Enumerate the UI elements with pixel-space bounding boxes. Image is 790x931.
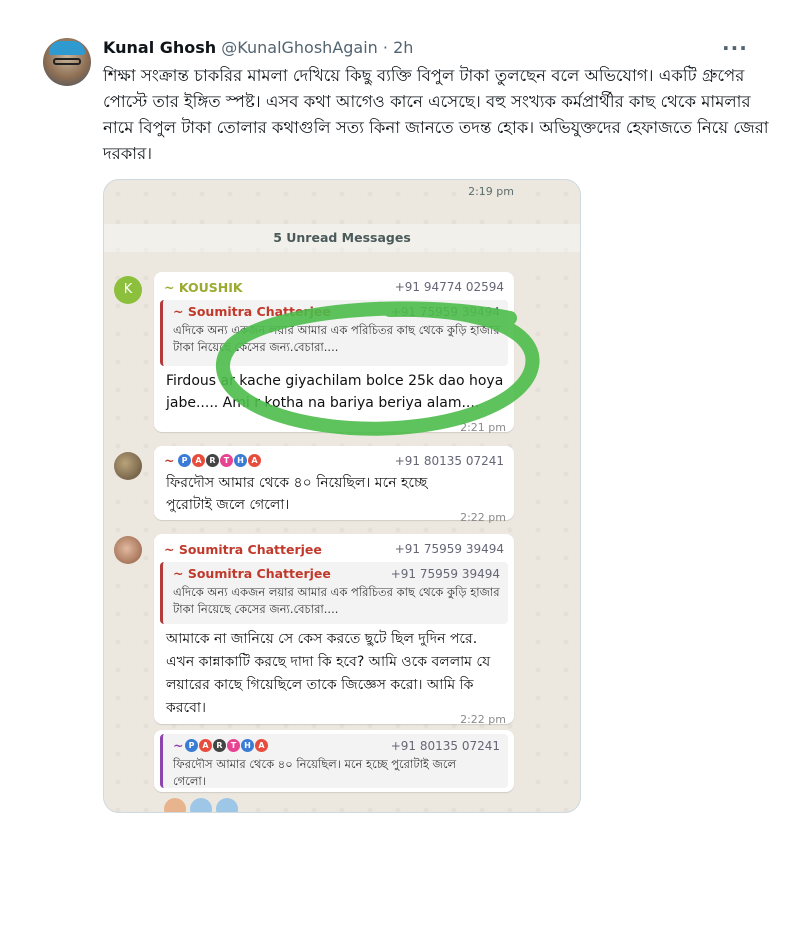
message-text: ফিরদৌস আমার থেকে ৪০ নিয়েছিল। মনে হচ্ছে … — [166, 475, 428, 513]
sender-name: ~ KOUSHIK — [164, 280, 243, 295]
sender-badges: P A R T H A — [185, 739, 268, 752]
author-handle[interactable]: @KunalGhoshAgain — [221, 38, 378, 57]
badge-letter: A — [192, 454, 205, 467]
participant-avatar — [190, 798, 212, 812]
participant-avatar — [164, 798, 186, 812]
badge-letter: P — [185, 739, 198, 752]
message-text: আমাকে না জানিয়ে সে কেস করতে ছুটে ছিল দু… — [166, 631, 491, 716]
badge-letter: A — [199, 739, 212, 752]
quoted-message: ~ Soumitra Chatterjee +91 75959 39494 এদ… — [160, 562, 508, 624]
header-separator: · — [382, 38, 388, 57]
sender-prefix: ~ — [164, 453, 175, 468]
message-text: Firdous ar kache giyachilam bolce 25k da… — [166, 373, 504, 411]
badge-letter: P — [178, 454, 191, 467]
chat-top-time: 2:19 pm — [468, 185, 514, 198]
glasses-shape — [53, 58, 81, 65]
quoted-text: এদিকে অন্য একজন লয়ার আমার এক পরিচিতর কা… — [173, 323, 500, 354]
author-name[interactable]: Kunal Ghosh — [103, 38, 216, 57]
quoted-sender: ~ Soumitra Chatterjee — [173, 566, 331, 581]
participant-avatar — [216, 798, 238, 812]
quoted-message: ~ P A R T H A +91 80135 07241 ফিরদৌস আমা… — [160, 734, 508, 788]
badge-letter: H — [241, 739, 254, 752]
sender-avatar: K — [114, 276, 142, 304]
more-horizontal-icon[interactable]: ··· — [722, 36, 748, 60]
sender-phone: +91 94774 02594 — [394, 280, 504, 294]
quoted-sender-prefix: ~ — [173, 738, 184, 753]
badge-letter: R — [206, 454, 219, 467]
tweet-media-image[interactable]: 2:19 pm 5 Unread Messages K ~ KOUSHIK +9… — [103, 179, 581, 813]
sender-avatar — [114, 536, 142, 564]
quoted-phone: +91 80135 07241 — [390, 739, 500, 753]
tweet-text: শিক্ষা সংক্রান্ত চাকরির মামলা দেখিয়ে কি… — [103, 66, 769, 163]
bottom-avatars — [164, 798, 238, 812]
message-bubble: ~ KOUSHIK +91 94774 02594 ~ Soumitra Cha… — [154, 272, 514, 434]
badge-letter: T — [227, 739, 240, 752]
tweet-time[interactable]: 2h — [393, 38, 413, 57]
cap-shape — [49, 41, 85, 55]
quoted-phone: +91 75959 39494 — [390, 305, 500, 319]
message-bubble: ~ Soumitra Chatterjee +91 75959 39494 ~ … — [154, 534, 514, 726]
sender-phone: +91 75959 39494 — [394, 542, 504, 556]
quoted-phone: +91 75959 39494 — [390, 567, 500, 581]
quoted-text: ফিরদৌস আমার থেকে ৪০ নিয়েছিল। মনে হচ্ছে … — [173, 757, 457, 788]
tweet-header: Kunal Ghosh @KunalGhoshAgain · 2h — [103, 38, 413, 57]
sender-avatar — [114, 452, 142, 480]
badge-letter: T — [220, 454, 233, 467]
badge-letter: R — [213, 739, 226, 752]
unread-messages-label: 5 Unread Messages — [273, 230, 411, 245]
quoted-text: এদিকে অন্য একজন লয়ার আমার এক পরিচিতর কা… — [173, 585, 500, 616]
badge-letter: A — [255, 739, 268, 752]
quoted-message: ~ Soumitra Chatterjee +91 75959 39494 এদ… — [160, 300, 508, 366]
message-time: 2:22 pm — [460, 511, 506, 524]
message-time: 2:21 pm — [460, 421, 506, 434]
badge-letter: H — [234, 454, 247, 467]
sender-name: ~ Soumitra Chatterjee — [164, 542, 322, 557]
message-bubble: ~ P A R T H A +91 80135 07241 ফিরদৌস আমা… — [154, 446, 514, 524]
message-bubble: ~ P A R T H A +91 80135 07241 ফিরদৌস আমা… — [154, 730, 514, 792]
sender-phone: +91 80135 07241 — [394, 454, 504, 468]
sender-badges: P A R T H A — [178, 454, 261, 467]
author-avatar[interactable] — [43, 38, 91, 86]
message-time: 2:22 pm — [460, 713, 506, 726]
quoted-sender: ~ Soumitra Chatterjee — [173, 304, 331, 319]
badge-letter: A — [248, 454, 261, 467]
